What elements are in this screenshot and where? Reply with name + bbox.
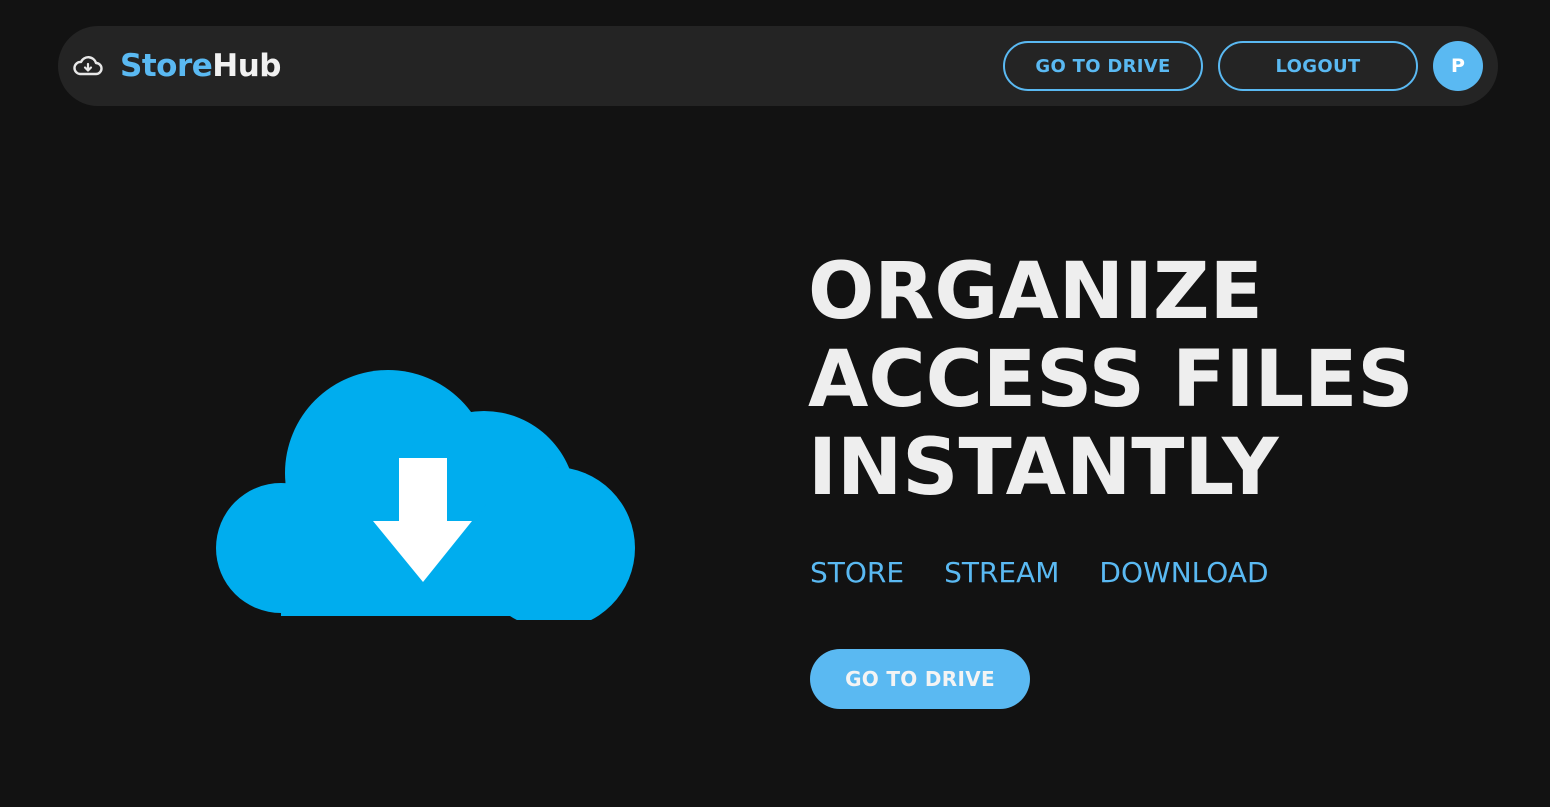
brand-name-hub: Hub [212,48,281,84]
logout-button[interactable]: LOGOUT [1218,41,1418,91]
brand-name-store: Store [120,48,213,84]
avatar[interactable]: P [1433,41,1483,91]
hero-headline: ORGANIZE ACCESS FILES INSTANTLY [808,248,1508,512]
brand-name: StoreHub [120,48,281,84]
go-to-drive-button[interactable]: GO TO DRIVE [1003,41,1203,91]
headline-line: ORGANIZE [808,247,1263,337]
hero-content: ORGANIZE ACCESS FILES INSTANTLY STORE ST… [808,248,1508,709]
feature-list: STORE STREAM DOWNLOAD [810,556,1269,589]
feature-stream: STREAM [944,556,1060,589]
feature-store: STORE [810,556,905,589]
cloud-download-icon [72,50,104,82]
feature-download: DOWNLOAD [1099,556,1269,589]
brand-logo[interactable]: StoreHub [72,26,281,106]
cloud-download-icon [216,368,638,629]
hero-go-to-drive-button[interactable]: GO TO DRIVE [810,649,1030,709]
top-navbar: StoreHub GO TO DRIVE LOGOUT P [58,26,1498,106]
headline-line: ACCESS FILES [808,335,1414,425]
headline-line: INSTANTLY [808,423,1279,513]
